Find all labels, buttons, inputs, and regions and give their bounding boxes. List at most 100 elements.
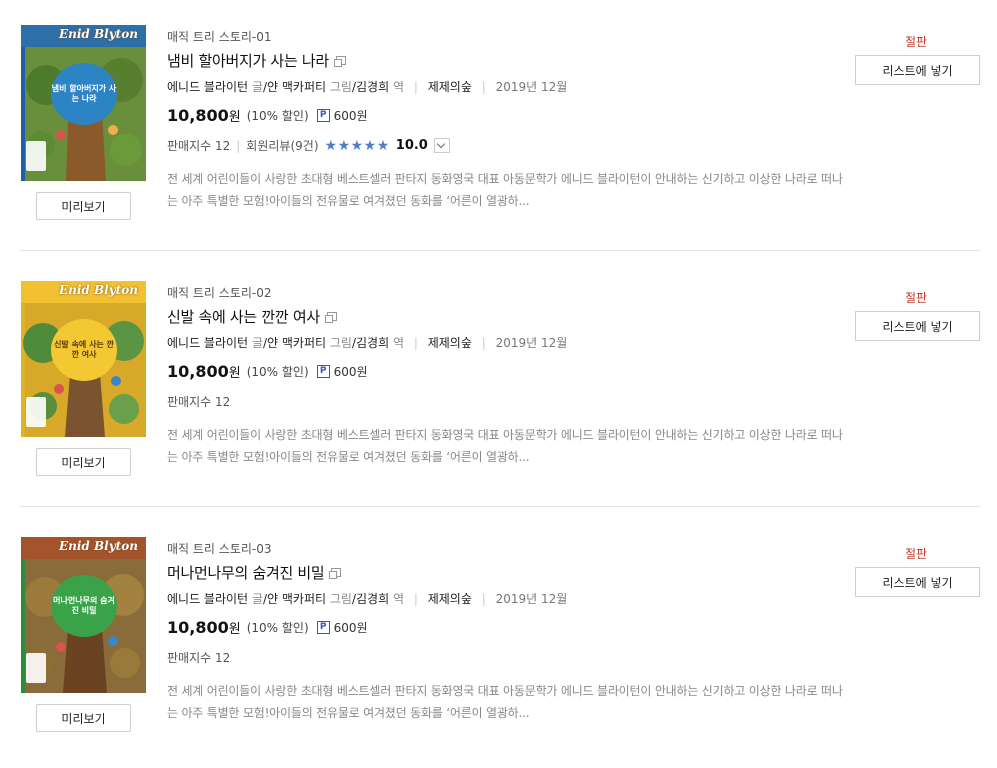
sale-price: 10,800 bbox=[167, 362, 229, 381]
illustrator-link[interactable]: /얀 맥카퍼티 bbox=[263, 592, 326, 606]
currency: 원 bbox=[228, 110, 241, 125]
new-window-icon[interactable] bbox=[333, 56, 346, 67]
author-link[interactable]: 에니드 블라이턴 bbox=[167, 592, 248, 606]
publisher-link[interactable]: 제제의숲 bbox=[428, 592, 472, 606]
price-row: 10,800 원 (10% 할인) P 600원 bbox=[167, 618, 368, 637]
sales-index: 판매지수 12 bbox=[167, 139, 231, 153]
translator-role: 역 bbox=[392, 592, 405, 606]
preview-button[interactable]: 미리보기 bbox=[36, 448, 131, 476]
rating-stars-icon: ★★★★★ bbox=[324, 137, 390, 154]
title-row: 머나먼나무의 숨겨진 비밀 bbox=[167, 562, 342, 583]
review-label[interactable]: 회원리뷰 bbox=[246, 137, 290, 154]
divider: | bbox=[413, 336, 418, 350]
series-label[interactable]: 매직 트리 스토리-01 bbox=[167, 28, 272, 45]
author-role: 글 bbox=[251, 80, 263, 94]
divider: | bbox=[481, 80, 486, 94]
translator-role: 역 bbox=[392, 336, 405, 350]
points: 600원 bbox=[333, 621, 368, 635]
book-cover[interactable]: Enid Blyton 냄비 할아버지가 사는 나라 bbox=[21, 25, 146, 181]
divider: | bbox=[481, 336, 486, 350]
points: 600원 bbox=[333, 365, 368, 379]
status-badge: 절판 bbox=[905, 291, 928, 305]
currency: 원 bbox=[228, 366, 241, 381]
point-icon: P bbox=[316, 621, 330, 634]
book-item: Enid Blyton 머나먼나무의 숨겨진 비밀 미리보기 매직 트리 스토리… bbox=[0, 512, 997, 768]
author-link[interactable]: 에니드 블라이턴 bbox=[167, 336, 248, 350]
divider: | bbox=[236, 138, 241, 153]
item-divider bbox=[20, 250, 980, 251]
author-link[interactable]: 에니드 블라이턴 bbox=[167, 80, 248, 94]
chevron-down-icon[interactable] bbox=[433, 138, 450, 153]
sales-row: 판매지수 12 bbox=[167, 393, 230, 410]
illustrator-role: 그림 bbox=[329, 592, 352, 606]
status-badge: 절판 bbox=[905, 35, 928, 49]
points: 600원 bbox=[333, 109, 368, 123]
cover-brand: Enid Blyton bbox=[59, 27, 138, 41]
divider: | bbox=[481, 592, 486, 606]
book-description: 전 세계 어린이들이 사랑한 초대형 베스트셀러 판타지 동화영국 대표 아동문… bbox=[167, 172, 843, 208]
sales-index: 판매지수 12 bbox=[167, 651, 231, 665]
price-row: 10,800 원 (10% 할인) P 600원 bbox=[167, 106, 368, 125]
cover-title: 냄비 할아버지가 사는 나라 bbox=[51, 63, 117, 125]
title-row: 신발 속에 사는 깐깐 여사 bbox=[167, 306, 337, 327]
author-role: 글 bbox=[251, 592, 263, 606]
new-window-icon[interactable] bbox=[329, 568, 342, 579]
cover-sticker bbox=[26, 141, 46, 171]
series-label[interactable]: 매직 트리 스토리-03 bbox=[167, 540, 272, 557]
cover-title: 신발 속에 사는 깐깐 여사 bbox=[51, 319, 117, 381]
publisher-link[interactable]: 제제의숲 bbox=[428, 336, 472, 350]
divider: | bbox=[413, 592, 418, 606]
illustrator-role: 그림 bbox=[329, 336, 352, 350]
rating-score: 10.0 bbox=[395, 138, 428, 153]
sales-index: 판매지수 12 bbox=[167, 395, 231, 409]
title-row: 냄비 할아버지가 사는 나라 bbox=[167, 50, 346, 71]
series-label[interactable]: 매직 트리 스토리-02 bbox=[167, 284, 272, 301]
sales-row: 판매지수 12 | 회원리뷰 (9건) ★★★★★ 10.0 bbox=[167, 137, 450, 154]
discount-rate: (10% 할인) bbox=[246, 109, 309, 123]
illustrator-role: 그림 bbox=[329, 80, 352, 94]
book-title[interactable]: 신발 속에 사는 깐깐 여사 bbox=[167, 306, 320, 327]
discount-rate: (10% 할인) bbox=[246, 365, 309, 379]
book-description: 전 세계 어린이들이 사랑한 초대형 베스트셀러 판타지 동화영국 대표 아동문… bbox=[167, 428, 843, 464]
sales-row: 판매지수 12 bbox=[167, 649, 230, 666]
book-title[interactable]: 냄비 할아버지가 사는 나라 bbox=[167, 50, 329, 71]
book-meta: 에니드 블라이턴 글/얀 맥카퍼티 그림/김경희 역 | 제제의숲 | 2019… bbox=[167, 78, 567, 95]
divider: | bbox=[413, 80, 418, 94]
add-to-list-button[interactable]: 리스트에 넣기 bbox=[855, 567, 980, 597]
publish-date: 2019년 12월 bbox=[495, 592, 568, 606]
illustrator-link[interactable]: /얀 맥카퍼티 bbox=[263, 336, 326, 350]
cover-sticker bbox=[26, 397, 46, 427]
discount-rate: (10% 할인) bbox=[246, 621, 309, 635]
translator-link[interactable]: /김경희 bbox=[352, 80, 389, 94]
translator-role: 역 bbox=[392, 80, 405, 94]
new-window-icon[interactable] bbox=[324, 312, 337, 323]
publish-date: 2019년 12월 bbox=[495, 336, 568, 350]
currency: 원 bbox=[228, 622, 241, 637]
illustrator-link[interactable]: /얀 맥카퍼티 bbox=[263, 80, 326, 94]
author-role: 글 bbox=[251, 336, 263, 350]
cover-brand: Enid Blyton bbox=[59, 283, 138, 297]
add-to-list-button[interactable]: 리스트에 넣기 bbox=[855, 55, 980, 85]
publisher-link[interactable]: 제제의숲 bbox=[428, 80, 472, 94]
cover-brand: Enid Blyton bbox=[59, 539, 138, 553]
point-icon: P bbox=[316, 365, 330, 378]
preview-button[interactable]: 미리보기 bbox=[36, 192, 131, 220]
translator-link[interactable]: /김경희 bbox=[352, 592, 389, 606]
add-to-list-button[interactable]: 리스트에 넣기 bbox=[855, 311, 980, 341]
book-cover[interactable]: Enid Blyton 머나먼나무의 숨겨진 비밀 bbox=[21, 537, 146, 693]
book-description: 전 세계 어린이들이 사랑한 초대형 베스트셀러 판타지 동화영국 대표 아동문… bbox=[167, 684, 843, 720]
publish-date: 2019년 12월 bbox=[495, 80, 568, 94]
cover-title: 머나먼나무의 숨겨진 비밀 bbox=[51, 575, 117, 637]
book-meta: 에니드 블라이턴 글/얀 맥카퍼티 그림/김경희 역 | 제제의숲 | 2019… bbox=[167, 590, 567, 607]
review-count[interactable]: (9건) bbox=[290, 137, 318, 154]
item-divider bbox=[20, 506, 980, 507]
preview-button[interactable]: 미리보기 bbox=[36, 704, 131, 732]
sale-price: 10,800 bbox=[167, 106, 229, 125]
book-item: Enid Blyton 냄비 할아버지가 사는 나라 미리보기 매직 트리 스토… bbox=[0, 0, 997, 256]
translator-link[interactable]: /김경희 bbox=[352, 336, 389, 350]
book-title[interactable]: 머나먼나무의 숨겨진 비밀 bbox=[167, 562, 325, 583]
status-badge: 절판 bbox=[905, 547, 928, 561]
book-meta: 에니드 블라이턴 글/얀 맥카퍼티 그림/김경희 역 | 제제의숲 | 2019… bbox=[167, 334, 567, 351]
book-cover[interactable]: Enid Blyton 신발 속에 사는 깐깐 여사 bbox=[21, 281, 146, 437]
price-row: 10,800 원 (10% 할인) P 600원 bbox=[167, 362, 368, 381]
